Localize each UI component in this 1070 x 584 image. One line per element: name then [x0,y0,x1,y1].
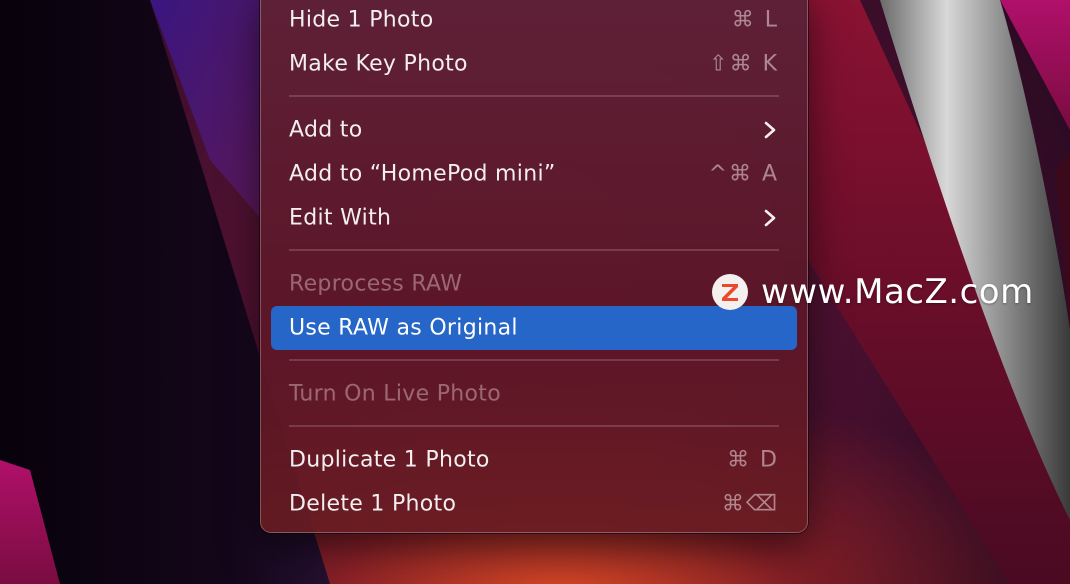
menu-item-shortcut: ⌘ D [727,447,779,473]
chevron-right-icon [764,121,776,139]
menu-separator [289,425,779,427]
menu-item-duplicate-photo[interactable]: Duplicate 1 Photo ⌘ D [271,438,797,482]
menu-item-label: Make Key Photo [289,51,468,77]
menu-item-add-to[interactable]: Add to [271,108,797,152]
menu-item-label: Hide 1 Photo [289,7,434,33]
menu-separator [289,95,779,97]
menu-item-label: Edit With [289,205,392,231]
menu-item-shortcut: ⌘ L [731,7,779,33]
menu-item-shortcut: ⇧⌘ K [709,51,779,77]
menu-item-make-key-photo[interactable]: Make Key Photo ⇧⌘ K [271,42,797,86]
menu-item-shortcut: ^⌘ A [708,161,779,187]
menu-item-hide-photo[interactable]: Hide 1 Photo ⌘ L [271,0,797,42]
menu-item-turn-on-live-photo: Turn On Live Photo [271,372,797,416]
menu-item-label: Reprocess RAW [289,271,463,297]
desktop: Hide 1 Photo ⌘ L Make Key Photo ⇧⌘ K Add… [0,0,1070,584]
menu-item-label: Add to “HomePod mini” [289,161,556,187]
menu-item-shortcut: ⌘⌫ [721,491,779,517]
menu-item-add-to-homepod[interactable]: Add to “HomePod mini” ^⌘ A [271,152,797,196]
menu-item-label: Duplicate 1 Photo [289,447,490,473]
menu-item-edit-with[interactable]: Edit With [271,196,797,240]
menu-separator [289,359,779,361]
watermark-text: www.MacZ.com [761,272,1034,312]
macz-logo-icon [712,274,748,310]
context-menu: Hide 1 Photo ⌘ L Make Key Photo ⇧⌘ K Add… [260,0,808,533]
menu-item-label: Turn On Live Photo [289,381,501,407]
chevron-right-icon [764,209,776,227]
menu-item-delete-photo[interactable]: Delete 1 Photo ⌘⌫ [271,482,797,526]
menu-item-label: Delete 1 Photo [289,491,457,517]
menu-item-label: Use RAW as Original [289,315,518,341]
menu-item-use-raw-as-original[interactable]: Use RAW as Original [271,306,797,350]
menu-item-label: Add to [289,117,363,143]
menu-separator [289,249,779,251]
